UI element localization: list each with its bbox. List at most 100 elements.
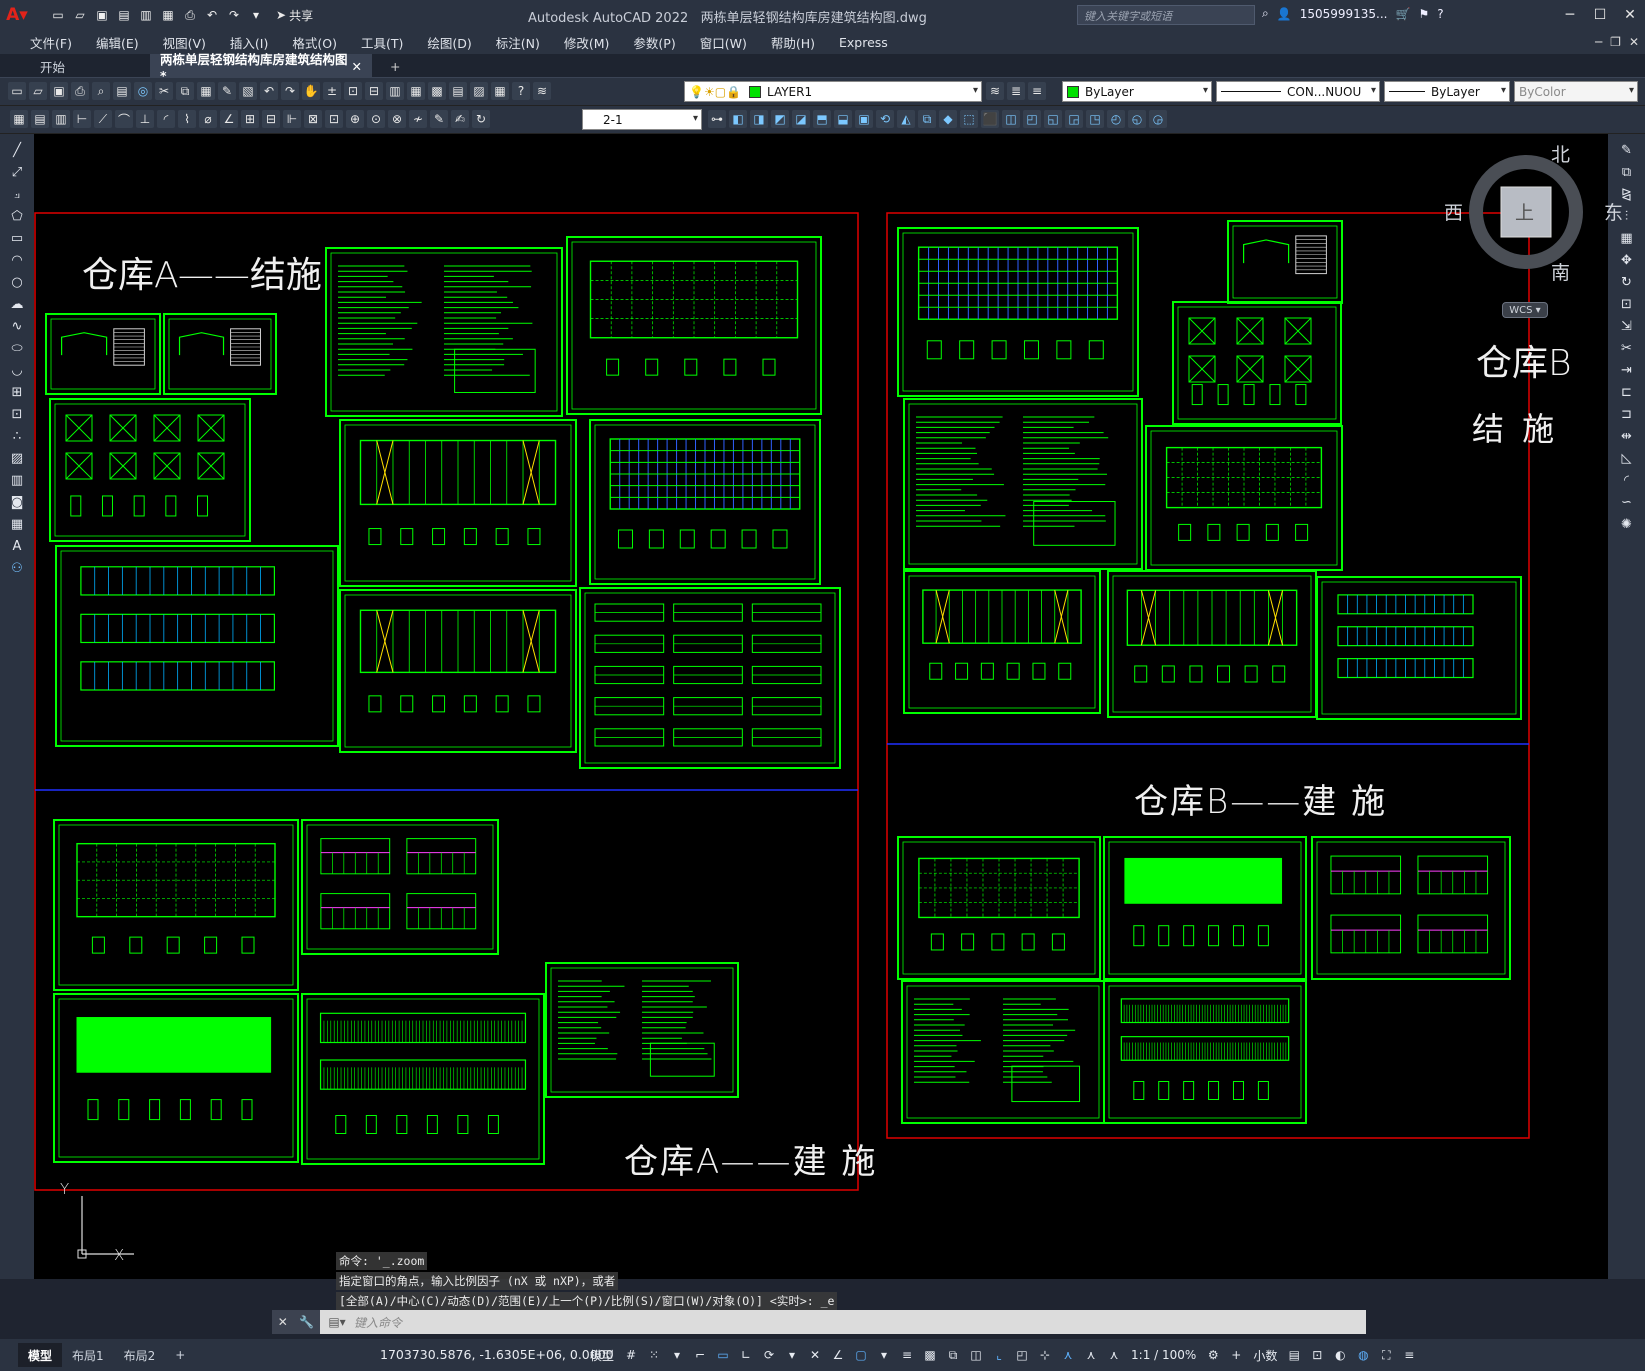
move-faces-icon[interactable]: ⬒ — [813, 110, 831, 128]
insert-block-icon[interactable]: ⊞ — [6, 382, 28, 402]
auto-scale-icon[interactable]: ⋏ — [1081, 1345, 1101, 1365]
lineweight-dropdown[interactable]: ByLayer ▾ — [1384, 81, 1510, 102]
rotate-faces-icon[interactable]: ⟲ — [876, 110, 894, 128]
user-name[interactable]: 1505999135... — [1300, 7, 1388, 21]
dim-space-icon[interactable]: ⊠ — [304, 110, 322, 128]
infer-constraints-icon[interactable]: ⌐ — [690, 1345, 710, 1365]
radius-dim-icon[interactable]: ◜ — [157, 110, 175, 128]
customize-icon[interactable]: ▾ — [246, 5, 266, 25]
jogged-linear-icon[interactable]: ≁ — [409, 110, 427, 128]
plot-icon[interactable]: ⎙ — [71, 82, 89, 100]
viewcube-top-face[interactable]: 上 — [1515, 198, 1534, 225]
chevron-down-icon[interactable]: ▾ — [874, 1345, 894, 1365]
diameter-dim-icon[interactable]: ⌀ — [199, 110, 217, 128]
print-icon[interactable]: ⎙ — [180, 5, 200, 25]
break-at-point-icon[interactable]: ⊏ — [1616, 382, 1638, 402]
layout-tab[interactable]: 布局1 — [62, 1343, 114, 1367]
join-icon[interactable]: ⇹ — [1616, 426, 1638, 446]
command-input[interactable]: 键入命令 — [354, 1314, 402, 1331]
circle-icon[interactable]: ○ — [6, 272, 28, 292]
lock-ui-icon[interactable]: ⊡ — [1307, 1345, 1327, 1365]
menu-item[interactable]: 标注(N) — [484, 33, 552, 52]
dim-break-icon[interactable]: ⊡ — [325, 110, 343, 128]
3d-osnap-icon[interactable]: ◫ — [966, 1345, 986, 1365]
user-icon[interactable]: 👤 — [1277, 7, 1292, 21]
scale-icon[interactable]: ⊡ — [1616, 294, 1638, 314]
selection-cycling-icon[interactable]: ⧉ — [943, 1345, 963, 1365]
sheet-set-icon[interactable]: ▤ — [449, 82, 467, 100]
wcs-menu[interactable]: WCS ▾ — [1502, 302, 1548, 318]
add-layout-button[interactable]: + — [165, 1343, 195, 1367]
slice-icon[interactable]: ◲ — [1065, 110, 1083, 128]
plot-preview-icon[interactable]: ⌕ — [92, 82, 110, 100]
line-icon[interactable]: ╱ — [6, 140, 28, 160]
layer-previous-icon[interactable]: ≣ — [1007, 82, 1025, 100]
customize-status-icon[interactable]: ≡ — [1399, 1345, 1419, 1365]
union-icon[interactable]: ◧ — [729, 110, 747, 128]
menu-item[interactable]: 编辑(E) — [84, 33, 151, 52]
compass-east[interactable]: 东 — [1604, 198, 1623, 225]
revision-cloud-icon[interactable]: ☁ — [6, 294, 28, 314]
open-icon[interactable]: ▱ — [29, 82, 47, 100]
annotation-scale-value[interactable]: 1:1 / 100% — [1127, 1348, 1200, 1362]
object-snap-icon[interactable]: ▢ — [851, 1345, 871, 1365]
pan-icon[interactable]: ✋ — [302, 82, 320, 100]
imprint-icon[interactable]: ⬚ — [960, 110, 978, 128]
clean-screen-icon[interactable]: ⛶ — [1376, 1345, 1396, 1365]
snap-icon[interactable]: ⁙ — [644, 1345, 664, 1365]
layout-tab[interactable]: 模型 — [18, 1343, 63, 1367]
doc-restore-button[interactable]: ❐ — [1610, 35, 1621, 49]
help-icon[interactable]: ? — [1437, 7, 1443, 21]
save-as-icon[interactable]: ▤ — [114, 5, 134, 25]
zoom-previous-icon[interactable]: ⊟ — [365, 82, 383, 100]
break-icon[interactable]: ⊐ — [1616, 404, 1638, 424]
menu-item[interactable]: 修改(M) — [552, 33, 622, 52]
rectangle-icon[interactable]: ▭ — [6, 228, 28, 248]
chevron-down-icon[interactable]: ▾ — [782, 1345, 802, 1365]
design-center-icon[interactable]: ▦ — [407, 82, 425, 100]
quick-dim-icon[interactable]: ⊞ — [241, 110, 259, 128]
text-style-icon[interactable]: ▤ — [31, 110, 49, 128]
web-open-icon[interactable]: ▥ — [136, 5, 156, 25]
redo-icon[interactable]: ↷ — [281, 82, 299, 100]
autocad-logo-icon[interactable]: A▾ — [0, 0, 34, 30]
new-tab-button[interactable]: + — [380, 54, 406, 78]
tab-close-icon[interactable]: ✕ — [352, 59, 362, 74]
ortho-icon[interactable]: ∟ — [736, 1345, 756, 1365]
gizmo-icon[interactable]: ⊹ — [1035, 1345, 1055, 1365]
compass-west[interactable]: 西 — [1444, 198, 1463, 225]
construction-line-icon[interactable]: ⤢ — [6, 162, 28, 182]
linear-dim-icon[interactable]: ⊢ — [73, 110, 91, 128]
calculator-icon[interactable]: ▦ — [491, 82, 509, 100]
offset-faces-icon[interactable]: ⬓ — [834, 110, 852, 128]
make-current-icon[interactable]: ≋ — [986, 82, 1004, 100]
polar-tracking-icon[interactable]: ⟳ — [759, 1345, 779, 1365]
center-mark-icon[interactable]: ⊙ — [367, 110, 385, 128]
annotation-visibility-icon[interactable]: ⋏ — [1058, 1345, 1078, 1365]
color-dropdown[interactable]: ByLayer ▾ — [1062, 81, 1212, 102]
arc-icon[interactable]: ◠ — [6, 250, 28, 270]
copy-icon[interactable]: ⧉ — [176, 82, 194, 100]
annotation-scale-icon[interactable]: ⋏ — [1104, 1345, 1124, 1365]
share-button[interactable]: ➤ 共享 — [276, 7, 313, 24]
separate-icon[interactable]: ◫ — [1002, 110, 1020, 128]
doc-minimize-button[interactable]: ─ — [1595, 35, 1602, 49]
shell-icon[interactable]: ◰ — [1023, 110, 1041, 128]
linetype-dropdown[interactable]: CON...NUOU ▾ — [1216, 81, 1380, 102]
table-style-icon[interactable]: ▦ — [10, 110, 28, 128]
multileader-icon[interactable]: ▥ — [52, 110, 70, 128]
layer-properties-icon[interactable]: ≋ — [533, 82, 551, 100]
erase-icon[interactable]: ✎ — [1616, 140, 1638, 160]
open-icon[interactable]: ▱ — [70, 5, 90, 25]
hatch-icon[interactable]: ▨ — [6, 448, 28, 468]
properties-icon[interactable]: ▥ — [386, 82, 404, 100]
block-editor-icon[interactable]: ▧ — [239, 82, 257, 100]
undo-icon[interactable]: ↶ — [260, 82, 278, 100]
chevron-down-icon[interactable]: ▾ — [667, 1345, 687, 1365]
continue-dim-icon[interactable]: ⊩ — [283, 110, 301, 128]
copy-faces-icon[interactable]: ⧉ — [918, 110, 936, 128]
dynamic-ucs-icon[interactable]: ⌞ — [989, 1345, 1009, 1365]
transparency-icon[interactable]: ▩ — [920, 1345, 940, 1365]
search-icon[interactable]: ⌕ — [1262, 6, 1269, 21]
point-icon[interactable]: ∴ — [6, 426, 28, 446]
